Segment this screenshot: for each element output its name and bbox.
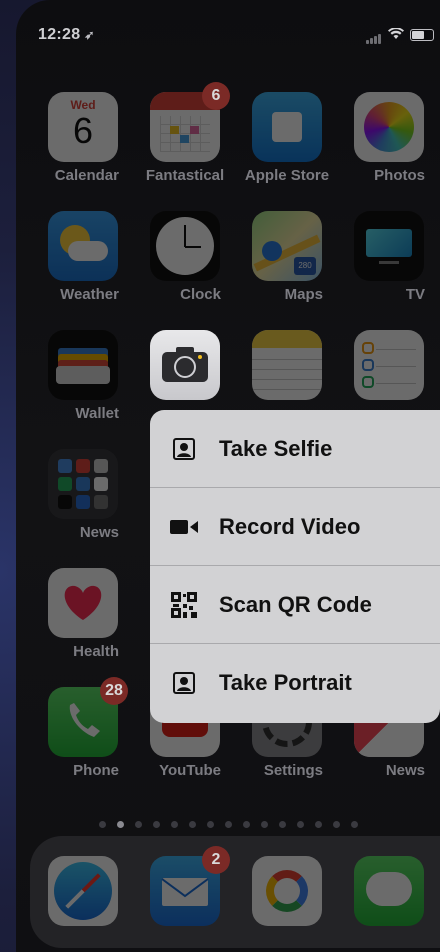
- app-wallet[interactable]: Wallet: [47, 330, 119, 423]
- page-dot: [296, 821, 304, 828]
- battery-icon: [410, 29, 434, 41]
- portrait-icon: [170, 669, 198, 697]
- page-dot: [332, 821, 340, 828]
- wifi-icon: [388, 27, 404, 42]
- notification-badge: 28: [100, 677, 128, 705]
- page-dot: [134, 821, 142, 828]
- portrait-icon: [170, 435, 198, 463]
- page-dot: [224, 821, 232, 828]
- app-label: Photos: [374, 167, 425, 184]
- app-fantastical[interactable]: 6 Fantastical: [145, 82, 230, 185]
- tv-icon: [354, 211, 424, 281]
- menu-item-label: Take Portrait: [219, 670, 352, 695]
- app-calendar[interactable]: Wed 6 Calendar: [47, 92, 119, 185]
- apple-store-icon: [252, 92, 322, 162]
- status-time: 12:28 ➶: [38, 26, 95, 43]
- app-label: Wallet: [75, 405, 119, 422]
- app-clock[interactable]: Clock: [149, 211, 221, 304]
- app-label: Weather: [60, 286, 119, 303]
- app-label: Phone: [73, 762, 119, 779]
- google-icon: [252, 856, 322, 926]
- app-apple-store[interactable]: Apple Store: [245, 92, 329, 185]
- app-label: News: [79, 524, 119, 541]
- weather-icon: [48, 211, 118, 281]
- dock: 2: [30, 836, 440, 948]
- page-dot: [260, 821, 268, 828]
- app-camera[interactable]: [149, 330, 221, 400]
- status-icons: [366, 26, 434, 44]
- app-label: Maps: [284, 286, 323, 303]
- quick-actions-menu: Take Selfie Record Video Scan QR Code Ta…: [150, 410, 440, 723]
- page-dot: [170, 821, 178, 828]
- app-news-folder[interactable]: News: [47, 449, 119, 542]
- maps-icon: 280: [252, 211, 322, 281]
- page-dot: [350, 821, 358, 828]
- photos-icon: [354, 92, 424, 162]
- health-icon: [48, 568, 118, 638]
- app-label: TV: [405, 286, 425, 303]
- app-label: Calendar: [54, 167, 119, 184]
- page-dot: [242, 821, 250, 828]
- app-tv[interactable]: TV: [353, 211, 425, 304]
- page-dot: [188, 821, 196, 828]
- app-reminders[interactable]: [353, 330, 425, 400]
- app-health[interactable]: Health: [47, 568, 119, 661]
- menu-item-take-portrait[interactable]: Take Portrait: [150, 644, 440, 722]
- app-photos[interactable]: Photos: [353, 92, 425, 185]
- message-bubble-icon: [354, 856, 424, 926]
- menu-item-label: Scan QR Code: [219, 591, 372, 617]
- dock-app-safari[interactable]: [47, 856, 119, 926]
- app-phone[interactable]: 28 Phone: [47, 677, 128, 780]
- reminders-icon: [354, 330, 424, 400]
- location-arrow-icon: ➶: [84, 28, 95, 42]
- signal-icon: [366, 26, 382, 44]
- compass-icon: [48, 856, 118, 926]
- app-weather[interactable]: Weather: [47, 211, 119, 304]
- app-label: YouTube: [159, 762, 221, 779]
- clock-icon: [150, 211, 220, 281]
- menu-item-label: Record Video: [219, 513, 361, 539]
- page-dot: [314, 821, 322, 828]
- page-dot: [278, 821, 286, 828]
- notification-badge: 6: [202, 82, 230, 110]
- dock-app-messages[interactable]: [353, 856, 425, 926]
- app-maps[interactable]: 280 Maps: [251, 211, 323, 304]
- page-dot: [152, 821, 160, 828]
- notes-icon: [252, 330, 322, 400]
- camera-icon: [150, 330, 220, 400]
- calendar-icon: Wed 6: [48, 92, 118, 162]
- app-label: Clock: [180, 286, 221, 303]
- menu-item-record-video[interactable]: Record Video: [150, 488, 440, 566]
- folder-icon: [48, 449, 118, 519]
- app-label: Settings: [263, 762, 323, 779]
- app-label: News: [385, 762, 425, 779]
- page-indicator[interactable]: [16, 815, 440, 833]
- dock-app-google[interactable]: [251, 856, 323, 926]
- menu-item-take-selfie[interactable]: Take Selfie: [150, 410, 440, 488]
- qr-code-icon: [170, 591, 198, 619]
- notification-badge: 2: [202, 846, 230, 874]
- page-dot: [206, 821, 214, 828]
- video-camera-icon: [170, 513, 198, 541]
- menu-item-scan-qr-code[interactable]: Scan QR Code: [150, 566, 440, 644]
- page-dot-active: [116, 821, 124, 828]
- menu-item-label: Take Selfie: [219, 435, 333, 461]
- wallet-icon: [48, 330, 118, 400]
- app-label: Fantastical: [145, 167, 225, 184]
- app-notes[interactable]: [251, 330, 323, 400]
- status-bar: 12:28 ➶: [16, 0, 440, 60]
- app-label: Apple Store: [244, 167, 330, 184]
- app-label: Health: [73, 643, 119, 660]
- dock-app-mail[interactable]: 2: [149, 846, 230, 926]
- page-dot: [98, 821, 106, 828]
